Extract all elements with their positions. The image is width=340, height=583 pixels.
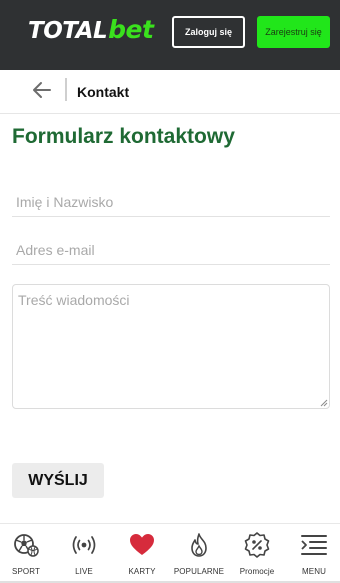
top-header: TOTAL bet Zaloguj się Zarejestruj się <box>0 0 340 70</box>
flame-icon <box>191 533 207 557</box>
heart-icon <box>130 534 154 555</box>
percent-badge-icon <box>244 532 270 558</box>
name-field <box>12 187 330 217</box>
soccer-ball-icon <box>14 534 39 557</box>
nav-item-live[interactable]: LIVE <box>55 524 113 583</box>
logo-bet-text: bet <box>108 15 154 44</box>
email-input[interactable] <box>12 235 330 264</box>
nav-label-promocje: Promocje <box>239 567 275 576</box>
nav-label-menu: MENU <box>302 567 326 576</box>
nav-label-karty: KARTY <box>128 567 156 576</box>
nav-label-live: LIVE <box>75 567 93 576</box>
message-field <box>12 284 330 409</box>
contact-form-title: Formularz kontaktowy <box>12 125 235 148</box>
login-button[interactable]: Zaloguj się <box>172 16 245 48</box>
page-subnav: Kontakt <box>0 70 340 114</box>
subnav-divider <box>65 78 67 101</box>
nav-item-sport[interactable]: SPORT <box>0 524 55 583</box>
send-button[interactable]: WYŚLIJ <box>12 463 104 498</box>
register-button[interactable]: Zarejestruj się <box>257 16 330 48</box>
back-arrow-icon[interactable] <box>30 78 54 102</box>
nav-item-promocje[interactable]: Promocje <box>228 524 286 583</box>
message-textarea[interactable] <box>13 285 329 408</box>
resize-grip-icon[interactable] <box>319 398 328 407</box>
page-title: Kontakt <box>77 84 130 100</box>
menu-icon <box>301 535 327 555</box>
email-field <box>12 235 330 265</box>
name-input[interactable] <box>12 187 330 216</box>
nav-label-sport: SPORT <box>12 567 40 576</box>
bottom-navigation: SPORT LIVE KARTY POPULARNE Promocje MENU <box>0 523 340 583</box>
live-broadcast-icon <box>72 536 96 554</box>
nav-item-menu[interactable]: MENU <box>285 524 340 583</box>
nav-label-popularne: POPULARNE <box>173 567 225 576</box>
logo-total-text: TOTAL <box>28 18 108 44</box>
totalbet-logo[interactable]: TOTAL bet <box>28 15 154 49</box>
nav-item-popularne[interactable]: POPULARNE <box>170 524 228 583</box>
nav-item-karty[interactable]: KARTY <box>113 524 171 583</box>
